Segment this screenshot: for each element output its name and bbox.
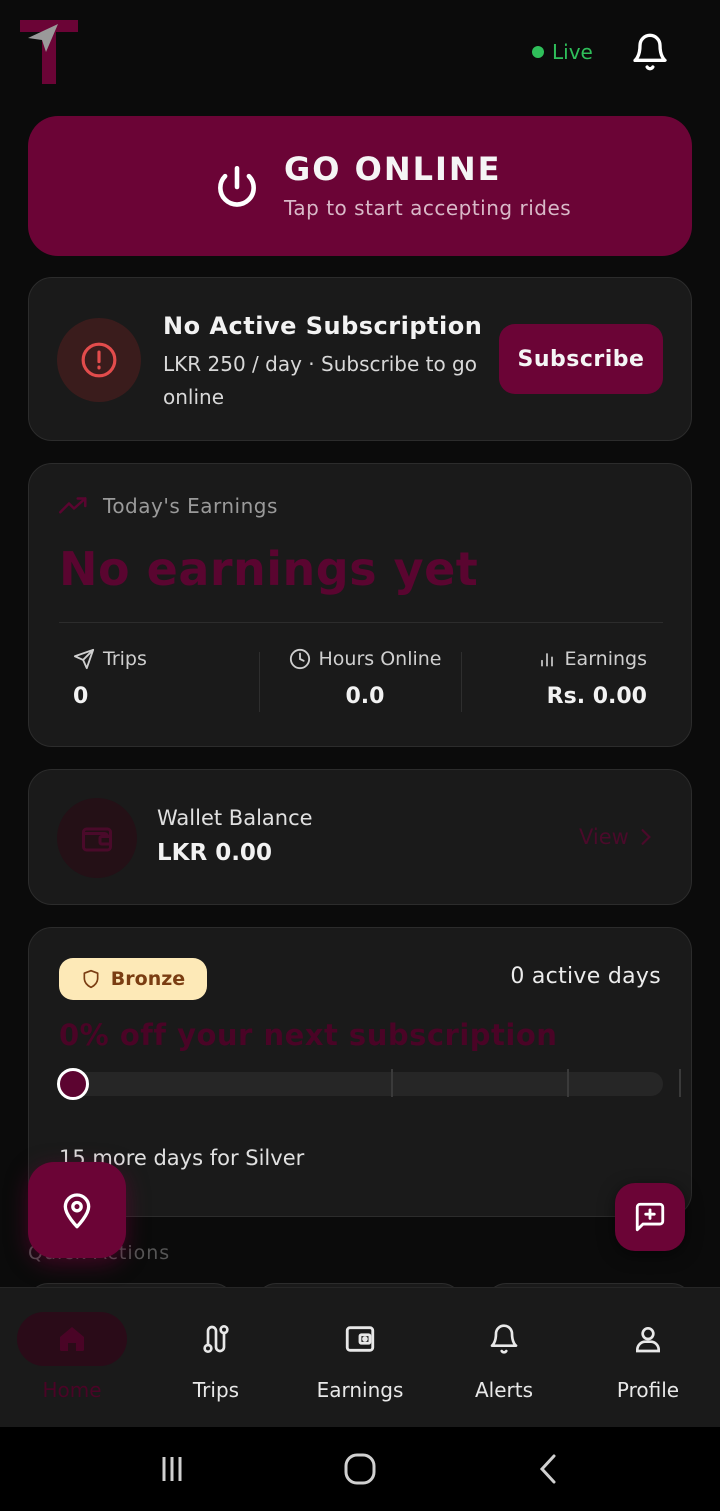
divider bbox=[259, 652, 260, 712]
wallet-balance-label: Wallet Balance bbox=[157, 806, 313, 830]
bell-icon bbox=[633, 33, 667, 71]
bell-icon bbox=[490, 1324, 518, 1354]
trending-up-icon bbox=[59, 497, 87, 514]
app-logo bbox=[20, 18, 80, 86]
divider bbox=[59, 622, 663, 623]
stat-hours-online: Hours Online 0.0 bbox=[285, 648, 445, 709]
home-circle-icon bbox=[344, 1453, 376, 1485]
wallet-badge bbox=[57, 798, 137, 878]
tier-label: Bronze bbox=[110, 968, 186, 990]
discount-text: 0% off your next subscription bbox=[59, 1018, 558, 1052]
nav-home-label: Home bbox=[42, 1378, 102, 1402]
shield-icon bbox=[83, 969, 99, 989]
clock-icon bbox=[289, 648, 310, 670]
earnings-label-row: Today's Earnings bbox=[59, 494, 278, 518]
recents-icon bbox=[162, 1457, 182, 1481]
user-icon bbox=[636, 1327, 660, 1353]
live-dot-icon bbox=[532, 46, 544, 58]
earnings-label: Today's Earnings bbox=[103, 494, 278, 518]
subscription-card: No Active Subscription LKR 250 / day · S… bbox=[28, 277, 692, 441]
stat-hours-label: Hours Online bbox=[318, 648, 442, 670]
go-online-button[interactable]: GO ONLINE Tap to start accepting rides bbox=[28, 116, 692, 256]
back-button[interactable] bbox=[528, 1451, 568, 1487]
wallet-view-link[interactable]: View bbox=[579, 825, 653, 849]
chevron-right-icon bbox=[641, 829, 651, 845]
subscription-title: No Active Subscription bbox=[163, 312, 483, 340]
active-days: 0 active days bbox=[510, 964, 661, 989]
progress-tick bbox=[391, 1069, 393, 1097]
live-status: Live bbox=[532, 40, 593, 64]
go-online-title: GO ONLINE bbox=[284, 150, 502, 188]
wallet-icon bbox=[82, 827, 112, 852]
send-icon bbox=[73, 648, 95, 670]
navigation-arrow-logo-icon bbox=[20, 20, 78, 84]
nav-profile-label: Profile bbox=[616, 1378, 680, 1402]
map-pin-icon bbox=[63, 1193, 91, 1229]
nav-item-profile[interactable]: Profile bbox=[576, 1312, 720, 1402]
loyalty-card: Bronze 0 active days 0% off your next su… bbox=[28, 927, 692, 1217]
subscription-description: LKR 250 / day · Subscribe to go online bbox=[163, 352, 477, 409]
earnings-headline: No earnings yet bbox=[59, 542, 479, 596]
chat-fab-button[interactable] bbox=[615, 1183, 685, 1251]
divider bbox=[461, 652, 462, 712]
nav-trips-label: Trips bbox=[192, 1378, 240, 1402]
progress-knob bbox=[57, 1068, 89, 1100]
power-icon bbox=[218, 165, 256, 207]
stat-earnings: Earnings Rs. 0.00 bbox=[537, 648, 647, 709]
stat-earnings-value: Rs. 0.00 bbox=[546, 684, 647, 709]
go-online-subtitle: Tap to start accepting rides bbox=[284, 196, 572, 220]
nav-alerts-label: Alerts bbox=[474, 1378, 534, 1402]
nav-item-trips[interactable]: Trips bbox=[144, 1312, 288, 1402]
bar-chart-icon bbox=[540, 653, 553, 667]
notifications-button[interactable] bbox=[630, 32, 670, 72]
nav-item-home[interactable]: Home bbox=[0, 1312, 144, 1402]
nav-item-earnings[interactable]: Earnings bbox=[288, 1312, 432, 1402]
todays-earnings-card: Today's Earnings No earnings yet Trips 0… bbox=[28, 463, 692, 747]
bottom-navigation: Home Trips Earnings Alerts Profile bbox=[0, 1287, 720, 1427]
nav-earnings-label: Earnings bbox=[316, 1378, 404, 1402]
wallet-card[interactable]: Wallet Balance LKR 0.00 View bbox=[28, 769, 692, 905]
live-status-label: Live bbox=[552, 40, 593, 64]
nav-item-alerts[interactable]: Alerts bbox=[432, 1312, 576, 1402]
nav-home-highlight bbox=[17, 1312, 127, 1366]
wallet-balance-value: LKR 0.00 bbox=[157, 840, 272, 866]
recents-button[interactable] bbox=[152, 1451, 192, 1487]
back-chevron-icon bbox=[539, 1454, 556, 1484]
route-icon bbox=[203, 1325, 229, 1353]
alert-badge bbox=[57, 318, 141, 402]
stat-earnings-label: Earnings bbox=[564, 648, 647, 670]
message-plus-icon bbox=[635, 1202, 665, 1232]
tier-badge: Bronze bbox=[59, 958, 207, 1000]
wallet-view-label: View bbox=[579, 825, 629, 849]
progress-tick bbox=[679, 1069, 681, 1097]
wallet-icon bbox=[345, 1326, 375, 1352]
stat-trips-label: Trips bbox=[103, 648, 147, 670]
stat-hours-value: 0.0 bbox=[345, 684, 385, 709]
stat-trips: Trips 0 bbox=[73, 648, 147, 709]
home-icon bbox=[60, 1327, 84, 1351]
system-navigation-bar bbox=[0, 1427, 720, 1511]
stat-trips-value: 0 bbox=[73, 684, 89, 709]
location-fab-button[interactable] bbox=[28, 1162, 126, 1258]
tier-progress-bar bbox=[59, 1072, 663, 1096]
progress-tick bbox=[567, 1069, 569, 1097]
home-system-button[interactable] bbox=[340, 1451, 380, 1487]
alert-circle-icon bbox=[81, 342, 117, 378]
subscribe-button[interactable]: Subscribe bbox=[499, 324, 663, 394]
